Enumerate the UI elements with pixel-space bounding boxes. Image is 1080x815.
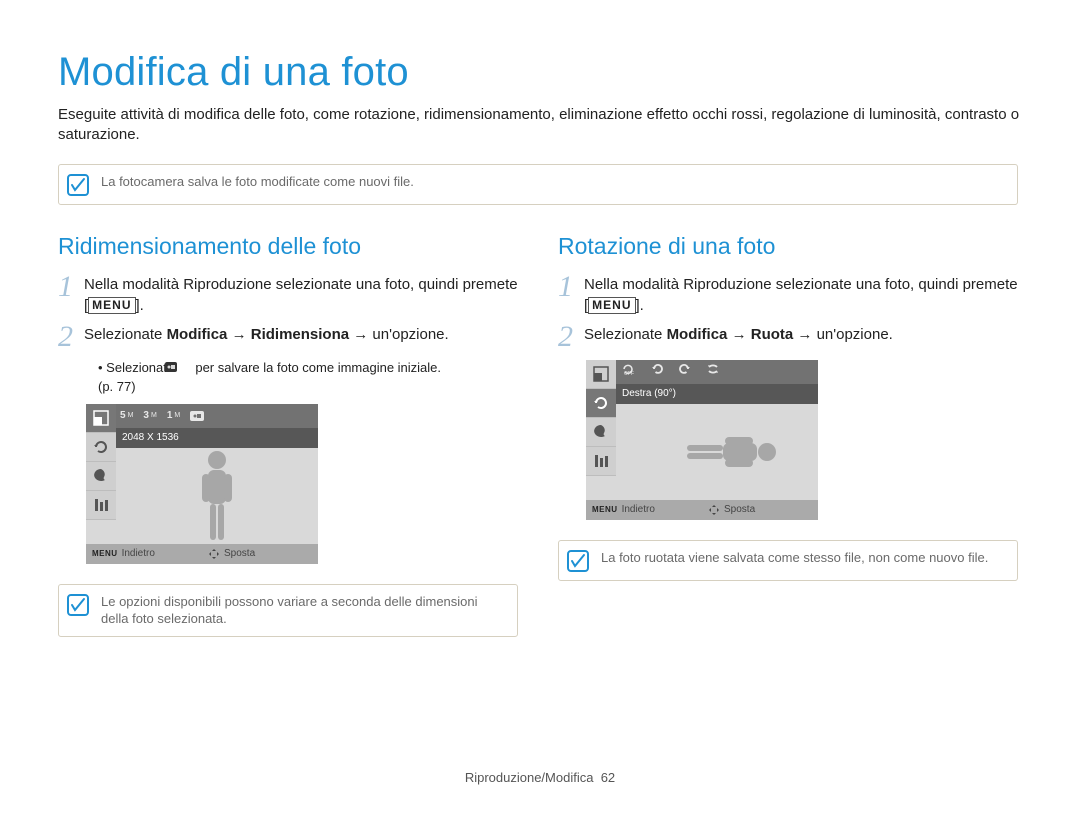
left-step-2: 2 Selezionate Modifica → Ridimensiona → … — [58, 324, 518, 352]
left-step2-prefix: Selezionate — [84, 326, 167, 343]
lcd-rotate-label: Destra (90°) — [616, 384, 818, 404]
footer-page-number: 62 — [601, 770, 615, 785]
right-step-2: 2 Selezionate Modifica → Ruota → un'opzi… — [558, 324, 1018, 352]
lcd-move-hint: Sposta — [202, 548, 318, 560]
left-step-1: 1 Nella modalità Riproduzione selezionat… — [58, 274, 518, 316]
menu-key-icon: MENU — [588, 297, 635, 314]
right-section-title: Rotazione di una foto — [558, 233, 1018, 260]
step-number-2: 2 — [58, 322, 84, 352]
nav-cross-icon — [708, 504, 720, 516]
lcd-resize-image — [116, 448, 318, 544]
right-step2-bold: Modifica → Ruota — [667, 326, 794, 343]
side-icon-adjust — [586, 447, 616, 476]
top-note-text: La fotocamera salva le foto modificate c… — [101, 173, 414, 191]
rotate-opt-180-icon — [706, 362, 720, 381]
startup-image-icon — [178, 360, 192, 374]
lcd-rotate-image — [616, 404, 818, 500]
side-icon-rotate — [586, 389, 616, 418]
left-step1-text-a: Nella modalità Riproduzione selezionate … — [84, 276, 518, 314]
footer-section: Riproduzione/Modifica — [465, 770, 594, 785]
left-step2-suffix: → un'opzione. — [349, 326, 449, 343]
rotate-opt-left-icon — [678, 362, 692, 381]
size-opt-5m: 5M — [120, 410, 133, 421]
side-icon-palette — [586, 418, 616, 447]
size-opt-1m: 1M — [167, 410, 180, 421]
left-sub-b: per salvare la foto come immagine inizia… — [192, 360, 441, 375]
side-icon-resize — [586, 360, 616, 389]
step-number-2: 2 — [558, 322, 584, 352]
right-step1-text-a: Nella modalità Riproduzione selezionate … — [584, 276, 1018, 314]
side-icon-resize — [86, 404, 116, 433]
right-step1-text-b: ]. — [636, 297, 644, 314]
right-step2-suffix: → un'opzione. — [793, 326, 893, 343]
rotate-opt-off-icon: OFF — [620, 362, 636, 381]
left-pageref: (p. 77) — [98, 379, 518, 394]
left-subbullet: Selezionate per salvare la foto come imm… — [98, 360, 518, 375]
intro-text: Eseguite attività di modifica delle foto… — [58, 105, 1022, 146]
nav-cross-icon — [208, 548, 220, 560]
right-note-text: La foto ruotata viene salvata come stess… — [601, 549, 988, 567]
lcd-resize-label: 2048 X 1536 — [116, 428, 318, 448]
note-icon — [567, 550, 589, 572]
size-opt-startup-icon — [190, 410, 204, 422]
right-step-1: 1 Nella modalità Riproduzione selezionat… — [558, 274, 1018, 316]
note-icon — [67, 594, 89, 616]
lcd-resize-preview: 5M 3M 1M 2048 X 1536 MENUIndietro Sposta — [86, 404, 318, 564]
rotate-opt-right-icon — [650, 362, 664, 381]
side-icon-palette — [86, 462, 116, 491]
lcd-size-options: 5M 3M 1M — [116, 404, 318, 428]
left-step1-text-b: ]. — [136, 297, 144, 314]
left-section-title: Ridimensionamento delle foto — [58, 233, 518, 260]
left-note-text: Le opzioni disponibili possono variare a… — [101, 593, 507, 628]
lcd-move-hint: Sposta — [702, 504, 818, 516]
menu-key-icon: MENU — [88, 297, 135, 314]
left-step2-bold: Modifica → Ridimensiona — [167, 326, 350, 343]
note-icon — [67, 174, 89, 196]
lcd-back-hint: MENUIndietro — [86, 548, 202, 559]
left-note-box: Le opzioni disponibili possono variare a… — [58, 584, 518, 637]
page-title: Modifica di una foto — [58, 50, 1022, 95]
step-number-1: 1 — [58, 272, 84, 316]
top-note-box: La fotocamera salva le foto modificate c… — [58, 164, 1018, 205]
side-icon-adjust — [86, 491, 116, 520]
footer: Riproduzione/Modifica 62 — [0, 770, 1080, 785]
lcd-rotate-preview: OFF Destra (90°) MENUIndietro Sposta — [586, 360, 818, 520]
step-number-1: 1 — [558, 272, 584, 316]
right-note-box: La foto ruotata viene salvata come stess… — [558, 540, 1018, 581]
svg-text:OFF: OFF — [624, 371, 634, 376]
size-opt-3m: 3M — [143, 410, 156, 421]
lcd-rotate-options: OFF — [616, 360, 818, 384]
lcd-back-hint: MENUIndietro — [586, 504, 702, 515]
side-icon-rotate — [86, 433, 116, 462]
right-step2-prefix: Selezionate — [584, 326, 667, 343]
